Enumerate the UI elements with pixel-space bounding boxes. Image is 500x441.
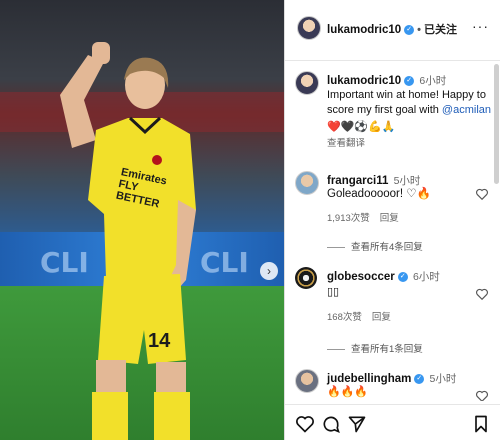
post-side-panel: lukamodric10 ✓ • 已关注 ··· lukamodric10 ✓ 6小时 … <box>284 0 500 440</box>
caption-username-row: lukamodric10 ✓ 6小时 <box>327 73 446 88</box>
instagram-post-dialog: CLI CLI Emirates FLY BETTER 14 › lukamod… <box>0 0 500 440</box>
like-count[interactable]: 1,913次赞 <box>327 213 370 224</box>
reply-button[interactable]: 回复 <box>372 312 391 323</box>
comment-emojis: ♡🔥 <box>406 188 431 200</box>
heart-icon[interactable] <box>475 287 489 301</box>
comment-text: 🔥🔥🔥 <box>327 386 369 398</box>
comment-body: Goleadooooor! <box>327 188 407 200</box>
view-replies-label: 查看所有4条回复 <box>351 242 423 253</box>
comment-username-row: frangarci11 5小时 <box>327 173 420 188</box>
caption-time: 6小时 <box>419 75 447 87</box>
view-replies-link[interactable]: 查看所有4条回复 <box>327 239 423 253</box>
bookmark-icon[interactable] <box>471 414 491 434</box>
avatar[interactable] <box>297 16 321 40</box>
comment-text: Goleadooooor! ♡🔥 <box>327 187 492 202</box>
comment-username[interactable]: frangarci11 <box>327 175 388 187</box>
follow-status-button[interactable]: 已关注 <box>424 24 457 36</box>
post-photo: CLI CLI Emirates FLY BETTER 14 › <box>0 0 284 440</box>
header-username-row: lukamodric10 ✓ • 已关注 <box>327 21 457 37</box>
like-count[interactable]: 168次赞 <box>327 312 362 323</box>
comment-username[interactable]: judebellingham <box>327 373 411 385</box>
comment-username-row: judebellingham ✓ 5小时 <box>327 371 456 386</box>
view-replies-link[interactable]: 查看所有1条回复 <box>327 341 423 355</box>
caption-username[interactable]: lukamodric10 <box>327 75 401 87</box>
share-icon[interactable] <box>347 414 367 434</box>
caption-emojis: ❤️🖤⚽💪🙏 <box>327 121 396 133</box>
post-header: lukamodric10 ✓ • 已关注 ··· <box>285 0 500 61</box>
verified-icon: ✓ <box>414 373 425 384</box>
comment-username-row: globesoccer ✓ 6小时 <box>327 269 440 284</box>
comment-time: 5小时 <box>429 373 457 385</box>
verified-icon: ✓ <box>404 75 415 86</box>
verified-icon: ✓ <box>404 24 415 35</box>
more-icon[interactable]: ··· <box>472 18 489 34</box>
caption-text: Important win at home! Happy to score my… <box>327 88 492 135</box>
action-bar <box>285 404 500 441</box>
comment-username[interactable]: globesoccer <box>327 271 395 283</box>
comment-meta: 1,913次赞 回复 <box>327 210 399 224</box>
reply-button[interactable]: 回复 <box>380 213 399 224</box>
verified-icon: ✓ <box>397 271 408 282</box>
mention-link[interactable]: @acmilan <box>442 104 491 116</box>
view-replies-label: 查看所有1条回复 <box>351 344 423 355</box>
avatar[interactable] <box>295 369 319 393</box>
avatar[interactable] <box>295 267 317 289</box>
player-figure <box>60 42 196 440</box>
avatar[interactable] <box>295 71 319 95</box>
replies-divider <box>327 348 345 350</box>
separator-dot: • <box>417 24 422 36</box>
comment-meta: 168次赞 回复 <box>327 309 391 323</box>
replies-divider <box>327 246 345 248</box>
scrollbar[interactable] <box>494 64 499 184</box>
translate-link[interactable]: 查看翻译 <box>327 135 365 149</box>
chevron-right-icon[interactable]: › <box>260 262 278 280</box>
heart-icon[interactable] <box>295 414 315 434</box>
heart-icon[interactable] <box>475 187 489 201</box>
comment-icon[interactable] <box>321 414 341 434</box>
comments-scroll-area[interactable]: lukamodric10 ✓ 6小时 Important win at home!… <box>285 61 500 401</box>
shirt-number: 14 <box>148 330 171 352</box>
comment-text: ▯▯ <box>327 286 340 298</box>
comment-time: 6小时 <box>412 271 440 283</box>
author-username[interactable]: lukamodric10 <box>327 24 401 36</box>
comment-time: 5小时 <box>393 175 421 187</box>
avatar[interactable] <box>295 171 319 195</box>
heart-icon[interactable] <box>475 389 489 401</box>
